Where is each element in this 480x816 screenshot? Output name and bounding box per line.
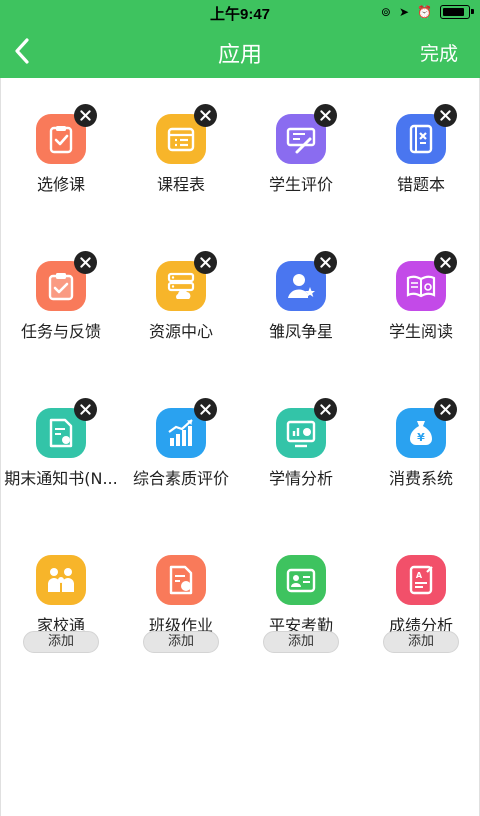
close-icon	[320, 110, 331, 121]
app-tile[interactable]: 资源中心	[121, 225, 241, 345]
add-button[interactable]: 添加	[263, 631, 339, 653]
back-button[interactable]	[8, 36, 38, 66]
remove-button[interactable]	[434, 398, 457, 421]
app-tile[interactable]: 学生阅读	[361, 225, 480, 345]
app-tile[interactable]: ¥ 消费系统	[361, 372, 480, 492]
app-tile[interactable]: 平安考勤	[241, 519, 361, 639]
app-grid: 选修课 课程表 学生评价 错题本任务与反馈 资源中心 雏凤争星 学生阅读期末通知书(N...…	[0, 78, 480, 816]
alarm-icon: ⏰	[417, 5, 432, 19]
chevron-left-icon	[15, 38, 29, 64]
remove-button[interactable]	[194, 398, 217, 421]
status-bar: 上午9:47 ⊚ ➤ ⏰	[0, 0, 480, 24]
close-icon	[440, 257, 451, 268]
app-label: 学生阅读	[388, 322, 453, 341]
close-icon	[320, 404, 331, 415]
app-tile[interactable]: 班级作业	[121, 519, 241, 639]
close-icon	[80, 110, 91, 121]
done-button[interactable]: 完成	[420, 39, 458, 66]
id-card-icon[interactable]	[276, 555, 326, 605]
homework-doc-icon[interactable]	[156, 555, 206, 605]
app-tile[interactable]: 期末通知书(N...	[1, 372, 121, 492]
app-tile[interactable]: A 成绩分析	[361, 519, 480, 639]
close-icon	[200, 404, 211, 415]
app-label: 错题本	[396, 175, 445, 194]
remove-button[interactable]	[314, 251, 337, 274]
app-tile[interactable]: 课程表	[121, 78, 241, 198]
app-tile[interactable]: 雏凤争星	[241, 225, 361, 345]
remove-button[interactable]	[314, 398, 337, 421]
app-label: 期末通知书(N...	[4, 469, 118, 488]
svg-text:¥: ¥	[417, 431, 425, 444]
remove-button[interactable]	[314, 104, 337, 127]
svg-text:A: A	[416, 571, 423, 580]
remove-button[interactable]	[194, 251, 217, 274]
remove-button[interactable]	[434, 104, 457, 127]
app-tile[interactable]: 家校通	[1, 519, 121, 639]
app-label: 学生评价	[268, 175, 333, 194]
close-icon	[440, 404, 451, 415]
app-label: 学情分析	[268, 469, 333, 488]
app-label: 雏凤争星	[268, 322, 333, 341]
app-tile[interactable]: 综合素质评价	[121, 372, 241, 492]
app-tile[interactable]: 选修课	[1, 78, 121, 198]
close-icon	[80, 257, 91, 268]
app-label: 任务与反馈	[20, 322, 101, 341]
page-title: 应用	[217, 43, 262, 68]
app-label: 课程表	[156, 175, 205, 194]
app-tile[interactable]: 任务与反馈	[1, 225, 121, 345]
close-icon	[80, 404, 91, 415]
nav-bar: 应用 完成	[0, 24, 480, 78]
app-tile[interactable]: 错题本	[361, 78, 480, 198]
app-label: 综合素质评价	[132, 469, 229, 488]
app-tile[interactable]: 学情分析	[241, 372, 361, 492]
add-button[interactable]: 添加	[383, 631, 459, 653]
app-tile[interactable]: 学生评价	[241, 78, 361, 198]
remove-button[interactable]	[74, 104, 97, 127]
remove-button[interactable]	[74, 398, 97, 421]
remove-button[interactable]	[434, 251, 457, 274]
close-icon	[320, 257, 331, 268]
app-label: 选修课	[36, 175, 85, 194]
location-icon: ➤	[398, 5, 410, 19]
battery-icon	[440, 5, 474, 19]
rotation-lock-icon: ⊚	[380, 5, 391, 19]
close-icon	[200, 110, 211, 121]
remove-button[interactable]	[74, 251, 97, 274]
add-button[interactable]: 添加	[23, 631, 99, 653]
family-icon[interactable]	[36, 555, 86, 605]
add-button[interactable]: 添加	[143, 631, 219, 653]
remove-button[interactable]	[194, 104, 217, 127]
close-icon	[200, 257, 211, 268]
grade-book-icon[interactable]: A	[396, 555, 446, 605]
close-icon	[440, 110, 451, 121]
app-label: 消费系统	[388, 469, 453, 488]
app-label: 资源中心	[148, 322, 213, 341]
